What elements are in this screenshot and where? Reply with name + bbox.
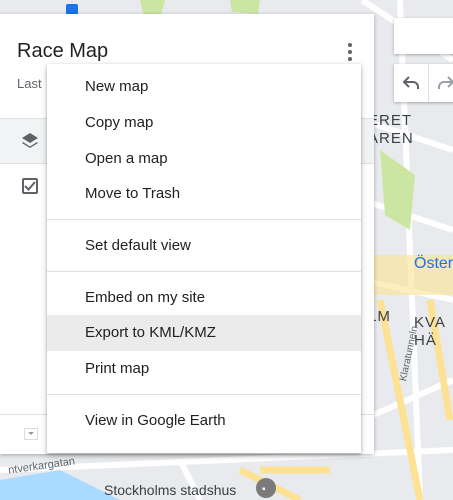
kebab-dot-icon — [348, 43, 352, 47]
menu-divider — [47, 271, 361, 272]
base-map-dropdown[interactable] — [24, 428, 38, 440]
menu-item-export-kml[interactable]: Export to KML/KMZ — [47, 315, 361, 351]
redo-button[interactable] — [429, 64, 453, 102]
more-options-button[interactable] — [340, 38, 360, 66]
menu-item-move-to-trash[interactable]: Move to Trash — [47, 176, 361, 212]
menu-divider — [47, 394, 361, 395]
kebab-dot-icon — [348, 50, 352, 54]
layer-checkbox[interactable] — [22, 178, 38, 194]
svg-text:▪: ▪ — [262, 484, 266, 495]
undo-icon — [402, 76, 419, 89]
map-options-menu: New map Copy map Open a map Move to Tras… — [47, 64, 361, 453]
map-label-eret: ERET — [368, 112, 413, 129]
undo-button[interactable] — [394, 64, 429, 102]
last-edit-text: Last — [17, 76, 42, 91]
menu-item-open-map[interactable]: Open a map — [47, 141, 361, 177]
menu-item-set-default-view[interactable]: Set default view — [47, 228, 361, 264]
menu-item-view-google-earth[interactable]: View in Google Earth — [47, 403, 361, 439]
undo-redo-toolbar — [394, 64, 453, 102]
redo-icon — [438, 76, 453, 89]
map-label-oster: Öster — [414, 255, 453, 272]
chevron-down-icon — [28, 432, 34, 435]
kebab-dot-icon — [348, 57, 352, 61]
menu-item-print-map[interactable]: Print map — [47, 351, 361, 387]
menu-divider — [47, 219, 361, 220]
check-icon — [24, 181, 36, 191]
layers-icon — [22, 133, 38, 148]
map-label-stadshus: Stockholms stadshus — [104, 482, 237, 498]
search-toolbar[interactable] — [394, 18, 453, 54]
map-title[interactable]: Race Map — [17, 40, 108, 63]
menu-item-embed[interactable]: Embed on my site — [47, 280, 361, 316]
menu-item-copy-map[interactable]: Copy map — [47, 105, 361, 141]
map-label-aren: AREN — [368, 130, 414, 147]
menu-item-new-map[interactable]: New map — [47, 69, 361, 105]
